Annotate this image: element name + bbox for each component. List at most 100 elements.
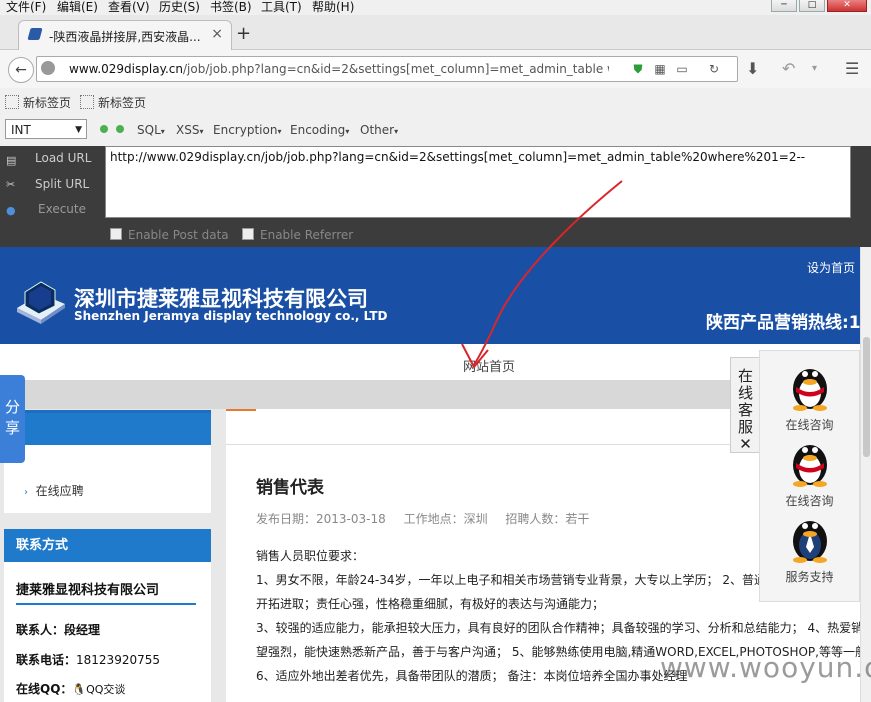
company-logo-english: Shenzhen Jeramya display technology co.,… — [74, 309, 388, 323]
enable-post-checkbox[interactable]: Enable Post data — [110, 228, 229, 242]
globe-icon — [41, 61, 55, 75]
menu-bar: 文件(F) 编辑(E) 查看(V) 历史(S) 书签(B) 工具(T) 帮助(H… — [0, 0, 871, 15]
hackbar-actions: ▤ Load URL ✂ Split URL ● Execute — [0, 146, 105, 247]
dropdown-arrow-icon[interactable]: ▾ — [812, 63, 817, 74]
encoding-menu[interactable]: Encoding▾ — [290, 123, 349, 137]
load-url-icon: ▤ — [6, 154, 17, 167]
address-text[interactable]: www.029display.cn/job/job.php?lang=cn&id… — [69, 62, 609, 76]
web-page: 深圳市捷莱雅显视科技有限公司 Shenzhen Jeramya display … — [0, 247, 871, 702]
bookmarks-toolbar: 新标签页 新标签页 — [0, 88, 871, 114]
job-description-line: 6、适应外地出差者优先，具备带团队的潜质； 备注：本岗位培养全国办事处经理 — [256, 669, 688, 683]
menu-tools[interactable]: 工具(T) — [261, 0, 302, 14]
menu-file[interactable]: 文件(F) — [6, 0, 46, 14]
encryption-menu[interactable]: Encryption▾ — [213, 123, 281, 137]
close-window-button[interactable]: ✕ — [827, 0, 867, 12]
job-description-line: 1、男女不限，年龄24-34岁，一年以上电子和相关市场营销专业背景，大专以上学历… — [256, 573, 766, 587]
window-controls: ─ □ ✕ — [769, 0, 867, 12]
hackbar-url-textarea[interactable]: http://www.029display.cn/job/job.php?lan… — [105, 146, 851, 218]
bookmark-item[interactable]: 新标签页 — [5, 94, 71, 111]
job-description-line: 开拓进取；责任心强，性格稳重细腻，有极好的表达与沟通能力； — [256, 597, 605, 611]
reload-icon[interactable]: ↻ — [707, 62, 721, 76]
contact-box: 联系方式 捷莱雅显视科技有限公司 联系人：段经理 联系电话：1812392075… — [4, 529, 211, 702]
bookmark-item[interactable]: 新标签页 — [80, 94, 146, 111]
close-tab-icon[interactable]: × — [211, 26, 223, 42]
online-service-panel: 在线咨询 在线咨询 服务支持 — [759, 350, 860, 602]
qq-label: 在线咨询 — [785, 418, 834, 432]
side-menu-header — [4, 410, 211, 445]
support-penguin-icon — [792, 521, 827, 563]
menu-bookmarks[interactable]: 书签(B) — [210, 0, 252, 14]
job-meta: 发布日期：2013-03-18 工作地点：深圳 招聘人数：若干 — [256, 510, 603, 527]
job-description-line: 3、较强的适应能力，能承担较大压力，具有良好的团队合作精神；具备较强的学习、分析… — [256, 621, 864, 635]
other-menu[interactable]: Other▾ — [360, 123, 398, 137]
service-support-button[interactable]: 服务支持 — [760, 513, 859, 585]
qq-consult-button[interactable]: 在线咨询 — [760, 361, 859, 433]
contact-company: 捷莱雅显视科技有限公司 — [16, 583, 160, 598]
contact-person: 联系人：段经理 — [16, 623, 101, 637]
maximize-button[interactable]: □ — [799, 0, 825, 12]
increase-icon[interactable] — [116, 125, 124, 133]
hotline-text: 陕西产品营销热线:1 — [706, 313, 861, 333]
menu-edit[interactable]: 编辑(E) — [57, 0, 98, 14]
split-url-icon: ✂ — [6, 178, 16, 191]
decrease-icon[interactable] — [100, 125, 108, 133]
online-application-link[interactable]: › 在线应聘 — [24, 482, 84, 499]
browser-tab[interactable]: -陕西液晶拼接屏,西安液晶... × — [18, 20, 232, 50]
job-location: 工作地点：深圳 — [403, 512, 488, 526]
minimize-button[interactable]: ─ — [771, 0, 797, 12]
xss-menu[interactable]: XSS▾ — [176, 123, 203, 137]
scrollbar-thumb[interactable] — [863, 337, 870, 457]
watermark-text: www.wooyun.org — [660, 651, 871, 684]
execute-icon: ● — [6, 204, 16, 217]
job-headcount: 招聘人数：若干 — [505, 512, 590, 526]
logo-icon — [17, 281, 65, 324]
undo-icon[interactable]: ↶ — [782, 59, 795, 78]
qq-penguin-icon — [792, 445, 827, 487]
reader-mode-icon[interactable]: ▭ — [675, 62, 689, 76]
qr-code-icon[interactable]: ▦ — [653, 62, 667, 76]
qq-penguin-icon — [792, 369, 827, 411]
load-url-button[interactable]: Load URL — [35, 151, 91, 165]
job-title: 销售代表 — [256, 478, 324, 498]
accent-line — [226, 409, 256, 411]
menu-history[interactable]: 历史(S) — [159, 0, 200, 14]
menu-view[interactable]: 查看(V) — [108, 0, 150, 14]
chevron-down-icon: ▼ — [75, 125, 82, 135]
execute-button[interactable]: Execute — [38, 202, 86, 216]
page-icon — [80, 95, 94, 109]
hackbar-toolbar: INT ▼ SQL▾ XSS▾ Encryption▾ Encoding▾ Oth… — [0, 114, 871, 146]
enable-referrer-checkbox[interactable]: Enable Referrer — [242, 228, 353, 242]
online-service-toggle[interactable]: 在 线 客 服 ✕ — [730, 357, 761, 453]
address-bar[interactable]: www.029display.cn/job/job.php?lang=cn&id… — [36, 56, 738, 82]
hamburger-menu-icon[interactable]: ☰ — [845, 59, 859, 78]
site-header: 深圳市捷莱雅显视科技有限公司 Shenzhen Jeramya display … — [0, 247, 861, 344]
contact-qq: 在线QQ：🐧QQ交谈 — [16, 682, 126, 696]
hackbar-panel: INT ▼ SQL▾ XSS▾ Encryption▾ Encoding▾ Oth… — [0, 114, 871, 247]
download-icon[interactable]: ⬇ — [746, 59, 759, 78]
menu-help[interactable]: 帮助(H) — [312, 0, 354, 14]
page-scrollbar[interactable] — [860, 247, 871, 702]
close-icon[interactable]: ✕ — [739, 435, 752, 453]
side-menu-box: › 在线应聘 — [4, 410, 211, 513]
favicon-icon — [27, 28, 43, 40]
split-url-button[interactable]: Split URL — [35, 177, 89, 191]
sql-menu[interactable]: SQL▾ — [137, 123, 165, 137]
contact-phone: 联系电话：18123920755 — [16, 653, 160, 667]
support-label: 服务支持 — [785, 570, 834, 584]
new-tab-button[interactable]: + — [236, 23, 251, 44]
nav-home-link[interactable]: 网站首页 — [463, 356, 515, 375]
company-underline — [16, 603, 196, 605]
qq-label: 在线咨询 — [785, 494, 834, 508]
navigation-bar: ← www.029display.cn/job/job.php?lang=cn&… — [0, 50, 871, 88]
share-button[interactable]: 分享 — [0, 375, 25, 463]
qq-consult-button[interactable]: 在线咨询 — [760, 437, 859, 509]
set-homepage-link[interactable]: 设为首页 — [807, 259, 855, 276]
job-description-line: 销售人员职位要求： — [256, 549, 365, 563]
shield-icon[interactable]: ⛊ — [631, 62, 645, 76]
page-icon — [5, 95, 19, 109]
job-date: 发布日期：2013-03-18 — [256, 512, 386, 526]
qq-chat-link[interactable]: 🐧QQ交谈 — [72, 683, 125, 696]
hackbar-type-select[interactable]: INT ▼ — [5, 119, 87, 139]
back-button[interactable]: ← — [8, 57, 34, 83]
tab-strip: -陕西液晶拼接屏,西安液晶... × + — [0, 15, 871, 50]
